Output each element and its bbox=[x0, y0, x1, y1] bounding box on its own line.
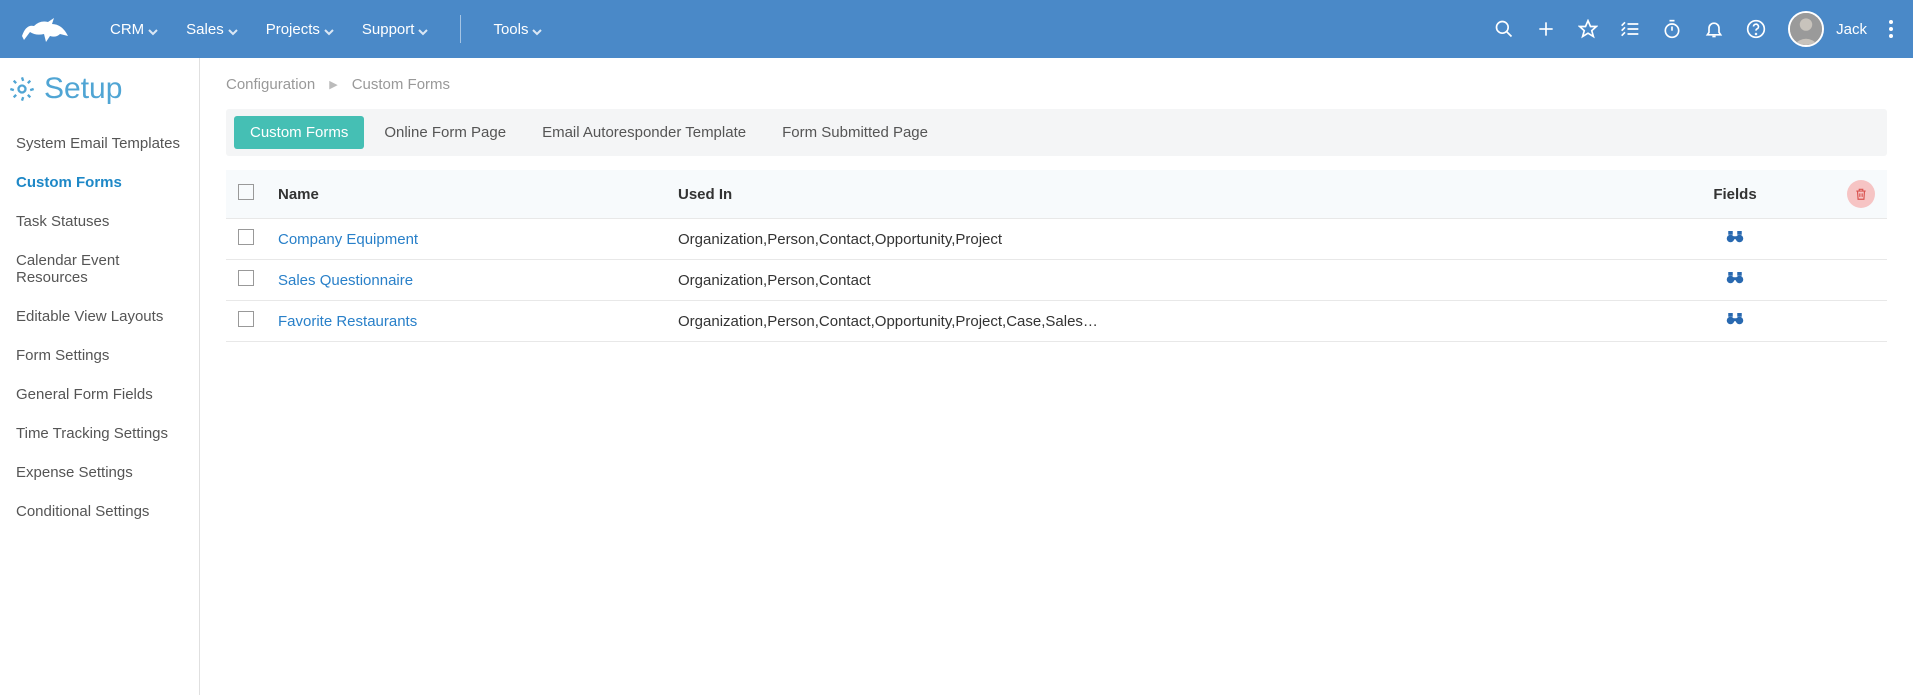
sidebar-item-conditional-settings[interactable]: Conditional Settings bbox=[0, 492, 199, 531]
chevron-down-icon bbox=[532, 24, 542, 34]
kebab-menu[interactable] bbox=[1889, 20, 1893, 38]
nav-support-label: Support bbox=[362, 21, 415, 38]
sidebar-item-form-settings[interactable]: Form Settings bbox=[0, 336, 199, 375]
nav-divider bbox=[460, 15, 461, 43]
star-icon[interactable] bbox=[1578, 19, 1598, 39]
header-name[interactable]: Name bbox=[266, 170, 666, 219]
tab-label: Email Autoresponder Template bbox=[542, 124, 746, 141]
custom-forms-table: Name Used In Fields Company Equipment bbox=[226, 170, 1887, 342]
sidebar-list: System Email Templates Custom Forms Task… bbox=[0, 124, 199, 531]
sidebar-item-task-statuses[interactable]: Task Statuses bbox=[0, 202, 199, 241]
form-link[interactable]: Favorite Restaurants bbox=[278, 313, 417, 330]
header-used-in[interactable]: Used In bbox=[666, 170, 1635, 219]
plus-icon[interactable] bbox=[1536, 19, 1556, 39]
sidebar-item-system-email-templates[interactable]: System Email Templates bbox=[0, 124, 199, 163]
used-in-text: Organization,Person,Contact,Opportunity,… bbox=[678, 231, 1002, 248]
sidebar-item-label: Time Tracking Settings bbox=[16, 425, 168, 442]
sidebar-item-label: Form Settings bbox=[16, 347, 109, 364]
top-right: Jack bbox=[1494, 11, 1893, 47]
help-icon[interactable] bbox=[1746, 19, 1766, 39]
breadcrumb-sep-icon: ▶ bbox=[329, 78, 337, 91]
top-bar: CRM Sales Projects Support Tools bbox=[0, 0, 1913, 58]
form-link[interactable]: Sales Questionnaire bbox=[278, 272, 413, 289]
chevron-down-icon bbox=[228, 24, 238, 34]
sidebar: Setup System Email Templates Custom Form… bbox=[0, 58, 200, 695]
tabs: Custom Forms Online Form Page Email Auto… bbox=[226, 109, 1887, 156]
sidebar-header: Setup bbox=[0, 72, 199, 116]
header-fields[interactable]: Fields bbox=[1635, 170, 1835, 219]
table-header-row: Name Used In Fields bbox=[226, 170, 1887, 219]
table-wrap: Name Used In Fields Company Equipment bbox=[226, 170, 1887, 342]
binoculars-icon[interactable] bbox=[1726, 313, 1744, 330]
stopwatch-icon[interactable] bbox=[1662, 19, 1682, 39]
chevron-down-icon bbox=[324, 24, 334, 34]
trash-icon bbox=[1854, 186, 1868, 202]
breadcrumb: Configuration ▶ Custom Forms bbox=[226, 76, 1887, 93]
nav-support[interactable]: Support bbox=[362, 21, 429, 38]
gear-icon bbox=[8, 75, 36, 103]
nav-crm[interactable]: CRM bbox=[110, 21, 158, 38]
delete-button[interactable] bbox=[1847, 180, 1875, 208]
header-trash-cell bbox=[1835, 170, 1887, 219]
main-content: Configuration ▶ Custom Forms Custom Form… bbox=[200, 58, 1913, 695]
header-checkbox-cell bbox=[226, 170, 266, 219]
sidebar-item-custom-forms[interactable]: Custom Forms bbox=[0, 163, 199, 202]
nav-sales[interactable]: Sales bbox=[186, 21, 238, 38]
tasks-icon[interactable] bbox=[1620, 19, 1640, 39]
nav-crm-label: CRM bbox=[110, 21, 144, 38]
sidebar-item-label: Task Statuses bbox=[16, 213, 109, 230]
tab-online-form-page[interactable]: Online Form Page bbox=[368, 116, 522, 149]
tab-custom-forms[interactable]: Custom Forms bbox=[234, 116, 364, 149]
top-nav: CRM Sales Projects Support Tools bbox=[110, 15, 542, 43]
form-link[interactable]: Company Equipment bbox=[278, 231, 418, 248]
nav-sales-label: Sales bbox=[186, 21, 224, 38]
table-row: Sales Questionnaire Organization,Person,… bbox=[226, 260, 1887, 301]
breadcrumb-parent[interactable]: Configuration bbox=[226, 76, 315, 93]
avatar[interactable] bbox=[1788, 11, 1824, 47]
binoculars-icon[interactable] bbox=[1726, 231, 1744, 248]
table-row: Company Equipment Organization,Person,Co… bbox=[226, 219, 1887, 260]
table-row: Favorite Restaurants Organization,Person… bbox=[226, 301, 1887, 342]
sidebar-item-expense-settings[interactable]: Expense Settings bbox=[0, 453, 199, 492]
sidebar-title: Setup bbox=[44, 72, 122, 106]
nav-tools-label: Tools bbox=[493, 21, 528, 38]
sidebar-item-label: Calendar Event Resources bbox=[16, 252, 119, 286]
sidebar-item-time-tracking-settings[interactable]: Time Tracking Settings bbox=[0, 414, 199, 453]
row-checkbox[interactable] bbox=[238, 229, 254, 245]
breadcrumb-current: Custom Forms bbox=[352, 76, 450, 93]
tab-email-autoresponder-template[interactable]: Email Autoresponder Template bbox=[526, 116, 762, 149]
nav-tools[interactable]: Tools bbox=[493, 21, 542, 38]
app-logo[interactable] bbox=[20, 14, 80, 44]
tab-label: Online Form Page bbox=[384, 124, 506, 141]
row-checkbox[interactable] bbox=[238, 270, 254, 286]
search-icon[interactable] bbox=[1494, 19, 1514, 39]
used-in-text: Organization,Person,Contact bbox=[678, 272, 871, 289]
sidebar-item-label: General Form Fields bbox=[16, 386, 153, 403]
sidebar-item-label: Custom Forms bbox=[16, 174, 122, 191]
sidebar-item-label: Expense Settings bbox=[16, 464, 133, 481]
sidebar-item-label: Conditional Settings bbox=[16, 503, 149, 520]
sidebar-item-editable-view-layouts[interactable]: Editable View Layouts bbox=[0, 297, 199, 336]
username[interactable]: Jack bbox=[1836, 21, 1867, 38]
tab-label: Custom Forms bbox=[250, 124, 348, 141]
row-checkbox[interactable] bbox=[238, 311, 254, 327]
sidebar-item-label: Editable View Layouts bbox=[16, 308, 163, 325]
nav-projects[interactable]: Projects bbox=[266, 21, 334, 38]
tab-label: Form Submitted Page bbox=[782, 124, 928, 141]
sidebar-item-label: System Email Templates bbox=[16, 135, 180, 152]
sidebar-item-calendar-event-resources[interactable]: Calendar Event Resources bbox=[0, 241, 199, 297]
chevron-down-icon bbox=[148, 24, 158, 34]
used-in-text: Organization,Person,Contact,Opportunity,… bbox=[678, 313, 1098, 330]
tab-form-submitted-page[interactable]: Form Submitted Page bbox=[766, 116, 944, 149]
nav-projects-label: Projects bbox=[266, 21, 320, 38]
bell-icon[interactable] bbox=[1704, 19, 1724, 39]
binoculars-icon[interactable] bbox=[1726, 272, 1744, 289]
select-all-checkbox[interactable] bbox=[238, 184, 254, 200]
chevron-down-icon bbox=[418, 24, 428, 34]
sidebar-item-general-form-fields[interactable]: General Form Fields bbox=[0, 375, 199, 414]
